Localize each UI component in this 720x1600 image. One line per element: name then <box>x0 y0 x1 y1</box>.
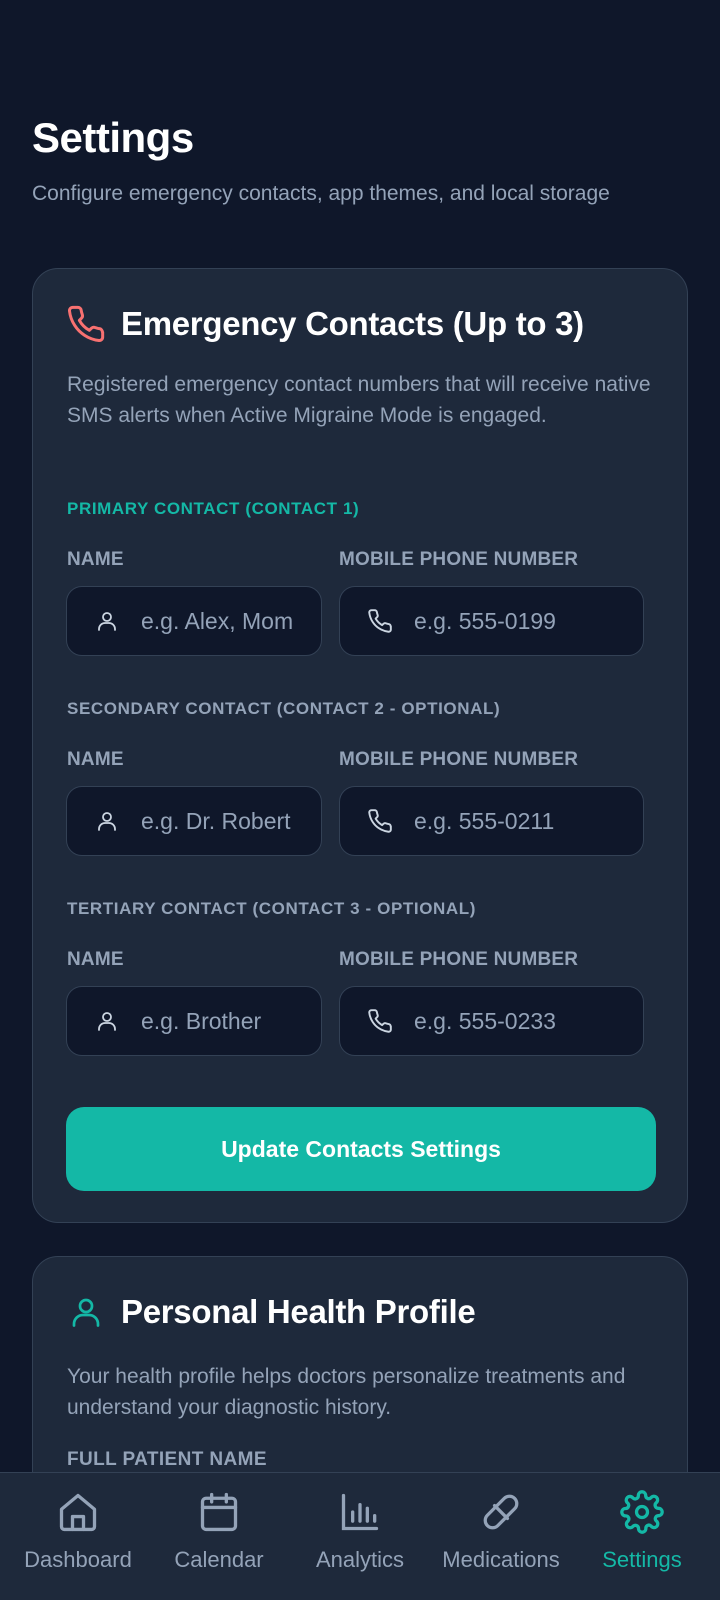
user-icon <box>93 1007 121 1035</box>
emergency-contacts-title: Emergency Contacts (Up to 3) <box>121 305 584 342</box>
contact-1-phone-field[interactable] <box>339 586 644 656</box>
user-icon <box>93 807 121 835</box>
settings-page: Settings Configure emergency contacts, a… <box>0 0 720 1472</box>
contact-1-name-label: NAME <box>67 549 124 570</box>
gear-icon <box>617 1487 667 1537</box>
nav-dashboard[interactable]: Dashboard <box>8 1473 148 1600</box>
nav-analytics-label: Analytics <box>315 1547 405 1572</box>
phone-icon <box>366 807 394 835</box>
user-icon <box>65 1291 107 1333</box>
calendar-icon <box>194 1487 244 1537</box>
nav-dashboard-label: Dashboard <box>24 1547 132 1572</box>
nav-settings[interactable]: Settings <box>572 1473 712 1600</box>
contact-3-name-input[interactable] <box>141 1007 321 1035</box>
nav-medications-label: Medications <box>442 1547 560 1572</box>
contact-1-phone-label: MOBILE PHONE NUMBER <box>339 549 579 570</box>
contact-3-phone-field[interactable] <box>339 986 644 1056</box>
contact-2-phone-field[interactable] <box>339 786 644 856</box>
page-title: Settings <box>32 114 194 161</box>
contact-1-phone-input[interactable] <box>414 607 643 635</box>
contact-3-phone-label: MOBILE PHONE NUMBER <box>339 949 579 970</box>
home-icon <box>53 1487 103 1537</box>
bar-chart-icon <box>335 1487 385 1537</box>
emergency-contacts-description: Registered emergency contact numbers tha… <box>67 373 651 427</box>
health-profile-header: Personal Health Profile <box>65 1291 476 1333</box>
tertiary-contact-label: TERTIARY CONTACT (CONTACT 3 - OPTIONAL) <box>67 899 477 918</box>
health-profile-description: Your health profile helps doctors person… <box>67 1365 626 1419</box>
phone-icon <box>366 1007 394 1035</box>
contact-3-name-label: NAME <box>67 949 124 970</box>
full-patient-name-label: FULL PATIENT NAME <box>67 1449 267 1470</box>
emergency-contacts-card: Emergency Contacts (Up to 3) Registered … <box>32 268 688 1223</box>
page-subtitle: Configure emergency contacts, app themes… <box>32 182 610 205</box>
emergency-contacts-header: Emergency Contacts (Up to 3) <box>65 303 584 345</box>
primary-contact-label: PRIMARY CONTACT (CONTACT 1) <box>67 499 360 518</box>
pill-icon <box>476 1487 526 1537</box>
contact-2-phone-input[interactable] <box>414 807 643 835</box>
contact-2-name-field[interactable] <box>66 786 322 856</box>
update-contacts-button[interactable]: Update Contacts Settings <box>66 1107 656 1191</box>
contact-3-name-field[interactable] <box>66 986 322 1056</box>
nav-calendar-label: Calendar <box>174 1547 264 1572</box>
user-icon <box>93 607 121 635</box>
nav-medications[interactable]: Medications <box>431 1473 571 1600</box>
health-profile-card: Personal Health Profile Your health prof… <box>32 1256 688 1472</box>
secondary-contact-label: SECONDARY CONTACT (CONTACT 2 - OPTIONAL) <box>67 699 501 718</box>
contact-2-name-input[interactable] <box>141 807 321 835</box>
phone-icon <box>65 303 107 345</box>
nav-calendar[interactable]: Calendar <box>149 1473 289 1600</box>
nav-settings-label: Settings <box>602 1547 682 1572</box>
contact-2-name-label: NAME <box>67 749 124 770</box>
contact-1-name-field[interactable] <box>66 586 322 656</box>
phone-icon <box>366 607 394 635</box>
bottom-nav: Dashboard Calendar Analytics Medications… <box>0 1472 720 1600</box>
contact-3-phone-input[interactable] <box>414 1007 643 1035</box>
nav-analytics[interactable]: Analytics <box>290 1473 430 1600</box>
contact-1-name-input[interactable] <box>141 607 321 635</box>
health-profile-title: Personal Health Profile <box>121 1293 476 1330</box>
contact-2-phone-label: MOBILE PHONE NUMBER <box>339 749 579 770</box>
